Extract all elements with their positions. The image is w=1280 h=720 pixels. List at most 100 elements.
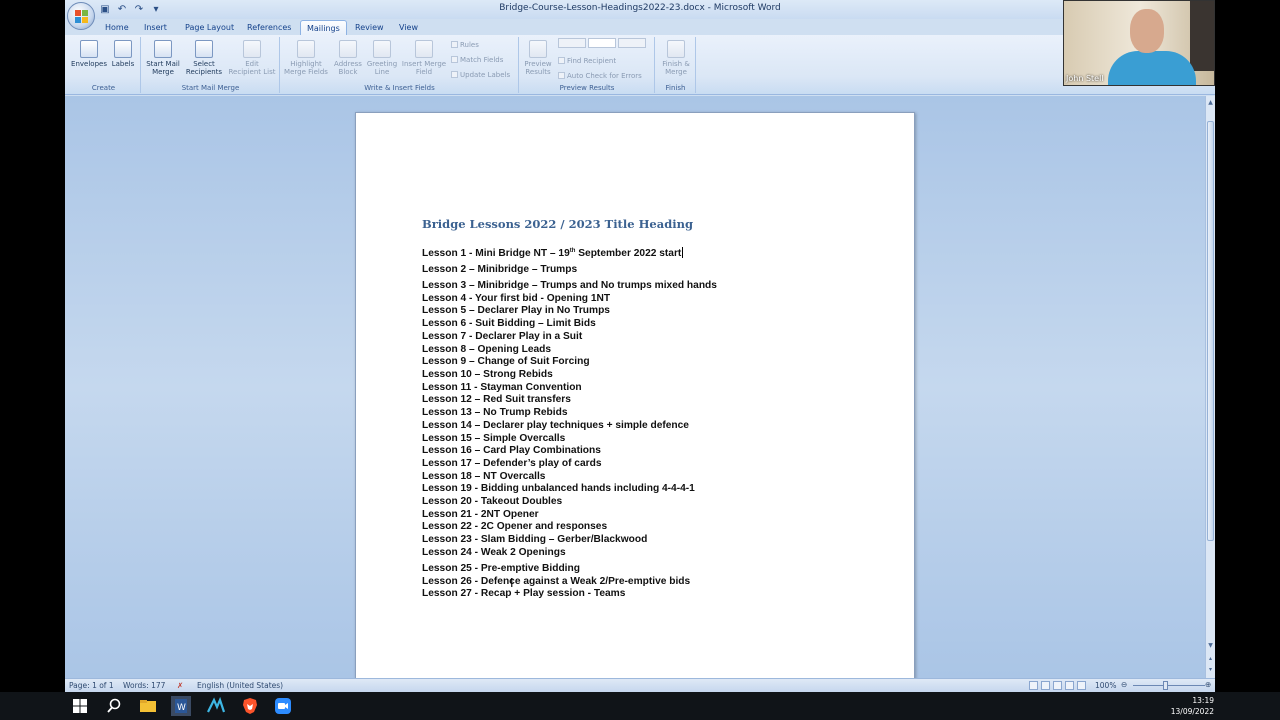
lesson-line: Lesson 4 - Your first bid - Opening 1NT — [422, 293, 611, 304]
select-recipients-button[interactable]: Select Recipients — [184, 40, 224, 76]
address-block-button[interactable]: Address Block — [331, 40, 365, 76]
zoom-slider-handle[interactable] — [1163, 681, 1168, 690]
lesson-line: Lesson 2 – Minibridge – Trumps — [422, 264, 578, 275]
lesson-line: Lesson 18 – NT Overcalls — [422, 471, 546, 482]
next-last-record-icon[interactable] — [618, 38, 646, 48]
record-number-input[interactable] — [588, 38, 616, 48]
vertical-scrollbar[interactable]: ▲ ▼ ▴ ▾ — [1205, 96, 1215, 678]
tab-insert[interactable]: Insert — [138, 20, 173, 35]
lesson-line: Lesson 12 – Red Suit transfers — [422, 394, 571, 405]
envelopes-label: Envelopes — [71, 60, 107, 68]
brave-browser-icon[interactable] — [240, 696, 260, 716]
insert-merge-field-button[interactable]: Insert Merge Field — [399, 40, 449, 76]
finish-merge-button[interactable]: Finish & Merge — [658, 40, 694, 76]
next-page-icon[interactable]: ▾ — [1207, 665, 1214, 674]
lesson-line: Lesson 3 – Minibridge – Trumps and No tr… — [422, 280, 717, 291]
scroll-thumb[interactable] — [1207, 121, 1214, 541]
find-recipient-icon — [558, 57, 565, 64]
full-screen-reading-icon[interactable] — [1041, 681, 1050, 690]
auto-check-button[interactable]: Auto Check for Errors — [558, 72, 642, 81]
office-button[interactable] — [67, 2, 95, 30]
record-navigation — [558, 38, 648, 50]
insert-field-icon — [415, 40, 433, 58]
greeting-line-icon — [373, 40, 391, 58]
draft-view-icon[interactable] — [1077, 681, 1086, 690]
envelopes-button[interactable]: Envelopes — [71, 40, 107, 68]
highlight-merge-fields-button[interactable]: Highlight Merge Fields — [283, 40, 329, 76]
zoom-slider[interactable] — [1133, 685, 1205, 686]
lesson-line: Lesson 1 - Mini Bridge NT – 19th Septemb… — [422, 247, 684, 259]
greeting-line-label: Greeting Line — [366, 60, 398, 76]
preview-icon — [529, 40, 547, 58]
finish-merge-icon — [667, 40, 685, 58]
web-layout-icon[interactable] — [1053, 681, 1062, 690]
update-labels-button[interactable]: Update Labels — [451, 71, 510, 80]
scroll-down-icon[interactable]: ▼ — [1207, 641, 1214, 650]
group-preview-results: Preview Results Find Recipient Auto Chec… — [520, 37, 655, 93]
webcam-person-head — [1130, 9, 1164, 53]
auto-check-icon — [558, 72, 565, 79]
mouse-ibeam-icon: I — [510, 576, 514, 590]
word-window: ▣ ↶ ↷ ▾ Bridge-Course-Lesson-Headings202… — [65, 0, 1215, 692]
greeting-line-button[interactable]: Greeting Line — [365, 40, 399, 76]
app-m-icon[interactable] — [206, 696, 226, 716]
word-taskbar-icon[interactable]: W — [171, 696, 191, 716]
update-labels-icon — [451, 71, 458, 78]
search-icon[interactable] — [104, 696, 124, 716]
tab-home[interactable]: Home — [99, 20, 135, 35]
start-mail-merge-button[interactable]: Start Mail Merge — [144, 40, 182, 76]
finish-merge-label: Finish & Merge — [662, 60, 690, 76]
edit-recipient-list-button[interactable]: Edit Recipient List — [228, 40, 276, 76]
group-start-mail-merge-label: Start Mail Merge — [181, 84, 240, 92]
tab-review[interactable]: Review — [349, 20, 390, 35]
tab-view[interactable]: View — [393, 20, 424, 35]
tab-page-layout[interactable]: Page Layout — [179, 20, 240, 35]
document-page[interactable]: Bridge Lessons 2022 / 2023 Title Heading… — [355, 112, 915, 682]
tab-mailings[interactable]: Mailings — [300, 20, 347, 35]
find-recipient-label: Find Recipient — [567, 57, 617, 65]
tab-references[interactable]: References — [241, 20, 297, 35]
rules-label: Rules — [460, 41, 479, 49]
labels-button[interactable]: Labels — [109, 40, 137, 68]
lesson-line: Lesson 15 – Simple Overcalls — [422, 433, 566, 444]
word-count[interactable]: Words: 177 — [123, 681, 165, 690]
lesson-line: Lesson 10 – Strong Rebids — [422, 369, 553, 380]
language-status[interactable]: English (United States) — [197, 681, 283, 690]
file-explorer-icon[interactable] — [138, 696, 158, 716]
find-recipient-button[interactable]: Find Recipient — [558, 57, 616, 66]
first-previous-record-icon[interactable] — [558, 38, 586, 48]
system-clock[interactable]: 13:19 13/09/2022 — [1171, 695, 1214, 717]
insert-merge-field-label: Insert Merge Field — [401, 60, 447, 76]
scroll-up-icon[interactable]: ▲ — [1207, 98, 1214, 107]
group-preview-results-label: Preview Results — [559, 84, 615, 92]
previous-page-icon[interactable]: ▴ — [1207, 654, 1214, 663]
preview-results-label: Preview Results — [524, 60, 552, 76]
taskbar: W 13:19 13/09/2022 — [0, 692, 1280, 720]
group-create-label: Create — [91, 84, 116, 92]
zoom-app-icon[interactable] — [273, 696, 293, 716]
zoom-out-icon[interactable]: ⊖ — [1121, 680, 1127, 689]
ribbon-tabs: Home Insert Page Layout References Maili… — [65, 19, 1215, 35]
lesson-line: Lesson 8 – Opening Leads — [422, 344, 552, 355]
highlight-icon — [297, 40, 315, 58]
select-recipients-label: Select Recipients — [185, 60, 223, 76]
page-count[interactable]: Page: 1 of 1 — [69, 681, 114, 690]
preview-results-button[interactable]: Preview Results — [522, 40, 554, 76]
proofing-icon[interactable]: ✗ — [177, 681, 183, 690]
lesson-line: Lesson 19 - Bidding unbalanced hands inc… — [422, 483, 695, 494]
lesson-line: Lesson 13 – No Trump Rebids — [422, 407, 568, 418]
lesson-line: Lesson 24 - Weak 2 Openings — [422, 547, 566, 558]
print-layout-icon[interactable] — [1029, 681, 1038, 690]
window-title: Bridge-Course-Lesson-Headings2022-23.doc… — [499, 3, 781, 13]
zoom-level[interactable]: 100% — [1095, 681, 1116, 690]
webcam-name: John Stell — [1066, 74, 1104, 83]
svg-text:W: W — [177, 703, 186, 713]
group-write-insert: Highlight Merge Fields Address Block Gre… — [281, 37, 519, 93]
windows-start-icon[interactable] — [70, 696, 90, 716]
lesson-line: Lesson 25 - Pre-emptive Bidding — [422, 563, 580, 574]
highlight-merge-fields-label: Highlight Merge Fields — [284, 60, 328, 76]
match-fields-button[interactable]: Match Fields — [451, 56, 503, 65]
rules-button[interactable]: Rules — [451, 41, 479, 50]
outline-view-icon[interactable] — [1065, 681, 1074, 690]
zoom-in-icon[interactable]: ⊕ — [1205, 680, 1211, 689]
